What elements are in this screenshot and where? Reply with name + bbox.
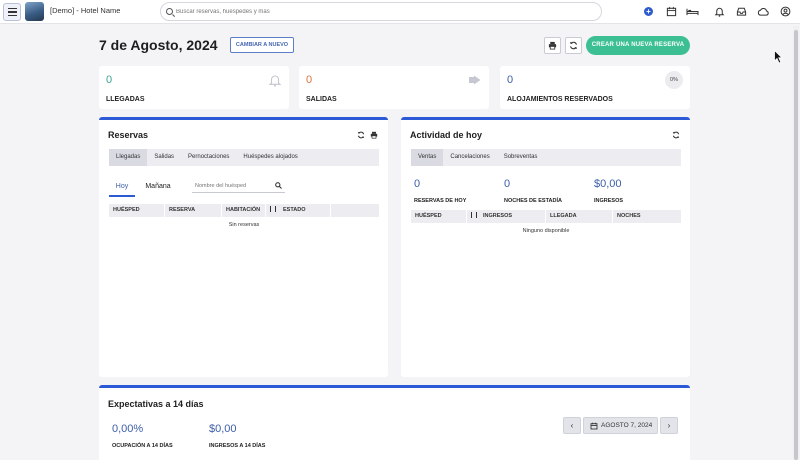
arrivals-label: LLEGADAS xyxy=(106,96,145,103)
guest-name-field[interactable] xyxy=(192,179,285,193)
reservations-empty-message: Sin reservas xyxy=(228,222,260,228)
bell-icon xyxy=(268,75,282,87)
sort-icon-wrap[interactable] xyxy=(266,204,279,217)
search-bar[interactable] xyxy=(160,2,602,21)
today-activity-panel: Actividad de hoy Ventas Cancelaciones So… xyxy=(401,117,690,377)
reservations-table-header: HUÉSPED RESERVA HABITACIÓN ESTADO xyxy=(109,204,379,217)
departures-label: SALIDAS xyxy=(306,96,337,103)
col-room[interactable]: HABITACIÓN xyxy=(222,204,266,217)
forecast-revenue-value: $0,00 xyxy=(209,423,237,435)
page-date-title: 7 de Agosto, 2024 xyxy=(99,37,218,53)
tab-sales[interactable]: Ventas xyxy=(411,149,444,166)
user-icon[interactable] xyxy=(780,6,791,17)
create-reservation-button[interactable]: CREAR UNA NUEVA RESERVA xyxy=(586,36,690,55)
refresh-icon[interactable] xyxy=(357,131,365,139)
arrivals-card[interactable]: 0 LLEGADAS xyxy=(99,66,289,109)
mouse-cursor-icon xyxy=(774,50,783,64)
occupancy-value: 0,00% xyxy=(112,423,144,435)
reservations-panel: Reservas Llegadas Salidas Pernoctaciones… xyxy=(99,117,388,377)
today-activity-title: Actividad de hoy xyxy=(410,130,483,140)
forecast-title: Expectativas a 14 días xyxy=(108,399,204,409)
exit-icon xyxy=(469,75,481,85)
menu-icon[interactable] xyxy=(3,3,21,21)
departures-card[interactable]: 0 SALIDAS xyxy=(299,66,489,109)
next-date-button[interactable]: › xyxy=(660,417,678,434)
change-to-new-button[interactable]: CAMBIAR A NUEVO xyxy=(230,37,294,53)
col-nights[interactable]: NOCHES xyxy=(613,210,681,223)
tab-departures[interactable]: Salidas xyxy=(147,149,181,166)
search-input[interactable] xyxy=(176,5,596,18)
top-bar: [Demo] - Hotel Name + xyxy=(0,0,800,24)
col-status[interactable]: ESTADO xyxy=(279,204,331,217)
scrollbar-thumb[interactable] xyxy=(794,30,798,460)
search-icon xyxy=(166,8,173,15)
subtab-today[interactable]: Hoy xyxy=(109,179,135,197)
bell-icon[interactable] xyxy=(714,6,725,17)
metric-revenue-label: INGRESOS xyxy=(594,198,624,204)
tab-cancellations[interactable]: Cancelaciones xyxy=(443,149,496,166)
occupancy-label: OCUPACIÓN A 14 DÍAS xyxy=(112,443,173,449)
booked-count: 0 xyxy=(507,74,514,86)
refresh-icon xyxy=(569,41,578,50)
inbox-icon[interactable] xyxy=(736,6,747,17)
tab-staying-guests[interactable]: Huéspedes alojados xyxy=(236,149,304,166)
print-icon[interactable] xyxy=(370,131,378,139)
date-picker-button[interactable]: AGOSTO 7, 2024 xyxy=(583,417,658,434)
sort-icon xyxy=(270,206,276,212)
bed-icon[interactable] xyxy=(686,6,699,17)
activity-table-header: HUÉSPED INGRESOS LLEGADA NOCHES xyxy=(411,210,681,223)
hotel-name[interactable]: [Demo] - Hotel Name xyxy=(50,6,120,15)
refresh-icon[interactable] xyxy=(672,131,680,139)
col-guest[interactable]: HUÉSPED xyxy=(411,210,467,223)
cloud-icon[interactable] xyxy=(757,6,770,17)
print-icon xyxy=(548,41,557,50)
sort-icon-wrap[interactable] xyxy=(467,210,479,223)
booked-percent-badge: 0% xyxy=(665,71,683,89)
metric-revenue-value: $0,00 xyxy=(594,178,622,190)
forecast-revenue-label: INGRESOS A 14 DÍAS xyxy=(209,443,266,449)
search-icon xyxy=(275,182,282,189)
tab-overnights[interactable]: Pernoctaciones xyxy=(181,149,236,166)
activity-empty-message: Ninguno disponible xyxy=(522,228,570,234)
forecast-panel: Expectativas a 14 días 0,00% OCUPACIÓN A… xyxy=(99,385,690,460)
booked-rooms-card[interactable]: 0 0% ALOJAMIENTOS RESERVADOS xyxy=(500,66,690,109)
previous-date-button[interactable]: ‹ xyxy=(563,417,581,434)
activity-tabs: Ventas Cancelaciones Sobreventas xyxy=(411,149,681,166)
metric-bookings-today-value: 0 xyxy=(414,178,421,190)
col-revenue[interactable]: INGRESOS xyxy=(479,210,546,223)
reservations-title: Reservas xyxy=(108,130,149,140)
hotel-thumbnail[interactable] xyxy=(25,2,44,21)
calendar-icon xyxy=(590,422,598,430)
tab-arrivals[interactable]: Llegadas xyxy=(109,149,148,166)
calendar-icon[interactable] xyxy=(666,6,677,17)
page-scrollbar[interactable] xyxy=(793,26,799,460)
date-picker-label: AGOSTO 7, 2024 xyxy=(601,422,653,429)
refresh-button[interactable] xyxy=(565,37,582,54)
booked-label: ALOJAMIENTOS RESERVADOS xyxy=(507,96,613,103)
departures-count: 0 xyxy=(306,74,313,86)
print-button[interactable] xyxy=(544,37,561,54)
subtab-tomorrow[interactable]: Mañana xyxy=(141,179,175,197)
guest-name-input[interactable] xyxy=(195,180,270,191)
col-guest[interactable]: HUÉSPED xyxy=(109,204,165,217)
add-icon[interactable]: + xyxy=(644,7,653,16)
reservations-tabs: Llegadas Salidas Pernoctaciones Huéspede… xyxy=(109,149,379,166)
metric-bookings-today-label: RESERVAS DE HOY xyxy=(414,198,467,204)
metric-nights-value: 0 xyxy=(504,178,511,190)
tab-overbookings[interactable]: Sobreventas xyxy=(497,149,545,166)
metric-nights-label: NOCHES DE ESTADÍA xyxy=(504,198,562,204)
col-reservation[interactable]: RESERVA xyxy=(165,204,222,217)
col-arrival[interactable]: LLEGADA xyxy=(546,210,613,223)
arrivals-count: 0 xyxy=(106,74,113,86)
sort-icon xyxy=(471,212,477,218)
